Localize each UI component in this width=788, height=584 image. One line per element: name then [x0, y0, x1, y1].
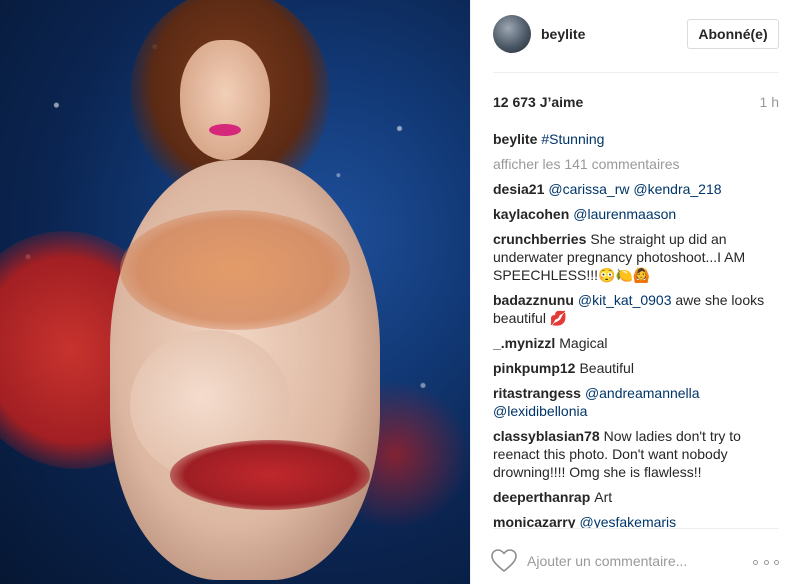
comments-list: beylite #Stunning afficher les 141 commen…	[493, 130, 783, 528]
add-comment-input[interactable]	[527, 552, 717, 570]
follow-button[interactable]: Abonné(e)	[687, 19, 779, 49]
comment-item: classyblasian78 Now ladies don't try to r…	[493, 427, 783, 481]
comment-author[interactable]: classyblasian78	[493, 428, 600, 444]
comment-mention[interactable]: @kit_kat_0903	[578, 292, 672, 308]
likes-count[interactable]: 12 673 J’aime	[493, 94, 583, 110]
comment-author[interactable]: monicazarry	[493, 514, 575, 528]
comment-author[interactable]: ritastrangess	[493, 385, 581, 401]
comment-author[interactable]: badazznunu	[493, 292, 574, 308]
comment-item: crunchberries She straight up did an unde…	[493, 230, 783, 284]
comment-text: Beautiful	[579, 360, 634, 376]
comment-author[interactable]: pinkpump12	[493, 360, 575, 376]
comment-item: pinkpump12 Beautiful	[493, 359, 783, 377]
instagram-post: beylite Abonné(e) 12 673 J’aime 1 h beyl…	[0, 0, 788, 584]
comment-author[interactable]: kaylacohen	[493, 206, 569, 222]
header-divider	[493, 72, 779, 73]
comment-author[interactable]: desia21	[493, 181, 544, 197]
avatar[interactable]	[493, 15, 531, 53]
post-photo[interactable]	[0, 0, 470, 584]
comment-item: _.mynizzl Magical	[493, 334, 783, 352]
comment-item: desia21 @carissa_rw @kendra_218	[493, 180, 783, 198]
photo-face	[180, 40, 270, 160]
comment-item: monicazarry @yesfakemaris	[493, 513, 783, 528]
username[interactable]: beylite	[541, 26, 585, 42]
post-side-panel: beylite Abonné(e) 12 673 J’aime 1 h beyl…	[470, 0, 788, 584]
footer-divider	[493, 528, 779, 529]
comment-bar	[471, 540, 788, 584]
heart-icon[interactable]	[491, 549, 517, 573]
comment-author[interactable]: _.mynizzl	[493, 335, 555, 351]
more-options-icon[interactable]	[753, 554, 779, 570]
comment-author[interactable]: deeperthanrap	[493, 489, 590, 505]
comment-text: Art	[594, 489, 613, 505]
comment-mention[interactable]: @laurenmaason	[573, 206, 676, 222]
post-header: beylite Abonné(e)	[471, 0, 788, 72]
comment-text: Magical	[559, 335, 608, 351]
comment-item: badazznunu @kit_kat_0903 awe she looks be…	[493, 291, 783, 327]
dot	[763, 559, 769, 565]
comment-item: kaylacohen @laurenmaason	[493, 205, 783, 223]
photo-lips	[209, 124, 241, 136]
comment-item: deeperthanrap Art	[493, 488, 783, 506]
caption: beylite #Stunning	[493, 130, 783, 148]
photo-red-wrap	[170, 440, 370, 510]
post-time[interactable]: 1 h	[760, 94, 779, 110]
caption-author[interactable]: beylite	[493, 131, 537, 147]
comment-mention[interactable]: @yesfakemaris	[579, 514, 676, 528]
comment-author[interactable]: crunchberries	[493, 231, 586, 247]
dot	[774, 559, 779, 565]
dot	[753, 559, 758, 565]
photo-orange-fabric	[120, 210, 350, 330]
comment-item: ritastrangess @andreamannella @lexidibell…	[493, 384, 783, 420]
comment-mention[interactable]: @carissa_rw @kendra_218	[548, 181, 721, 197]
show-all-comments-link[interactable]: afficher les 141 commentaires	[493, 155, 783, 173]
caption-hashtag[interactable]: #Stunning	[541, 131, 604, 147]
